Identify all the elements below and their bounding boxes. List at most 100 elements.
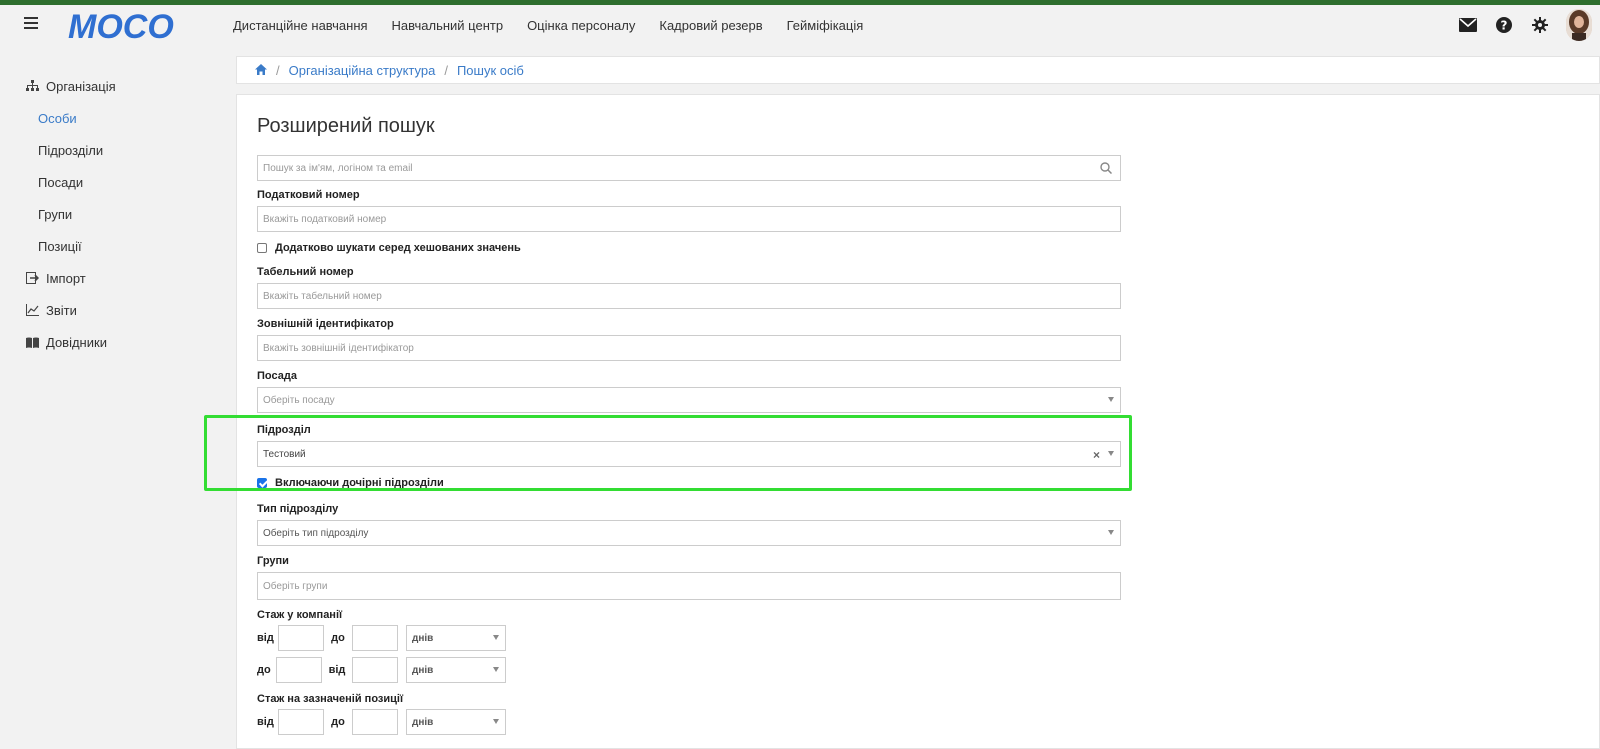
home-icon[interactable] xyxy=(255,63,267,78)
hashed-search-label: Додатково шукати серед хешованих значень xyxy=(275,242,521,254)
sidebar-item-label: Організація xyxy=(46,78,116,94)
unit-value: днів xyxy=(412,632,434,644)
tax-number-wrapper xyxy=(257,206,1121,232)
sidebar-item-positions[interactable]: Позиції xyxy=(0,230,225,262)
sidebar-item-reports[interactable]: Звіти xyxy=(0,294,225,326)
chevron-down-icon xyxy=(1108,451,1114,456)
sidebar-item-persons[interactable]: Особи xyxy=(0,102,225,134)
range-from-label: до xyxy=(257,664,271,676)
range-from-label: від xyxy=(257,632,274,644)
sidebar-item-label: Групи xyxy=(38,206,73,222)
main-panel: Розширений пошук Податковий номер Додатк… xyxy=(236,94,1600,749)
sidebar-item-label: Посади xyxy=(38,174,84,190)
unit-select[interactable]: Тестовий × xyxy=(257,441,1121,467)
tax-number-input[interactable] xyxy=(263,213,1120,225)
svg-text:?: ? xyxy=(1501,19,1508,33)
page-title: Розширений пошук xyxy=(257,115,435,137)
topnav-training-center[interactable]: Навчальний центр xyxy=(392,18,504,33)
search-input-wrapper xyxy=(257,155,1121,181)
unit-type-placeholder: Оберіть тип підрозділу xyxy=(263,527,369,539)
hashed-search-row: Додатково шукати серед хешованих значень xyxy=(257,238,1121,258)
sidebar-item-import[interactable]: Імпорт xyxy=(0,262,225,294)
unit-value: днів xyxy=(412,664,434,676)
breadcrumb: / Організаційна структура / Пошук осіб xyxy=(236,56,1600,84)
mail-icon[interactable] xyxy=(1458,15,1478,35)
position-tenure-label: Стаж на зазначеній позиції xyxy=(257,693,404,705)
include-children-label: Включаючи дочірні підрозділи xyxy=(275,477,444,489)
breadcrumb-separator: / xyxy=(276,62,280,78)
position-placeholder: Оберіть посаду xyxy=(263,394,335,406)
company-tenure-label: Стаж у компанії xyxy=(257,609,343,621)
position-tenure-to-input[interactable] xyxy=(352,709,398,735)
topnav-personnel-assessment[interactable]: Оцінка персоналу xyxy=(527,18,635,33)
position-select[interactable]: Оберіть посаду xyxy=(257,387,1121,413)
topnav-talent-pool[interactable]: Кадровий резерв xyxy=(659,18,762,33)
range-to-label: до xyxy=(331,632,345,644)
chevron-down-icon xyxy=(1108,530,1114,535)
include-children-row: Включаючи дочірні підрозділи xyxy=(257,473,1121,493)
clear-icon[interactable]: × xyxy=(1093,448,1100,462)
sidebar-item-label: Довідники xyxy=(46,334,107,350)
range-to-label: до xyxy=(331,716,345,728)
include-children-checkbox[interactable] xyxy=(257,478,267,488)
company-tenure-from-input-2[interactable] xyxy=(276,657,322,683)
hashed-search-checkbox[interactable] xyxy=(257,243,267,253)
unit-type-select[interactable]: Оберіть тип підрозділу xyxy=(257,520,1121,546)
sidebar-item-label: Підрозділи xyxy=(38,142,104,158)
gear-icon[interactable] xyxy=(1530,15,1550,35)
company-tenure-to-input-2[interactable] xyxy=(352,657,398,683)
company-tenure-row-1: від до днів xyxy=(257,625,1121,651)
external-id-input[interactable] xyxy=(263,342,1120,354)
chevron-down-icon xyxy=(493,667,499,672)
sidebar-item-label: Імпорт xyxy=(46,270,86,286)
external-id-wrapper xyxy=(257,335,1121,361)
org-chart-icon xyxy=(25,79,39,93)
search-input[interactable] xyxy=(263,162,1120,174)
unit-label: Підрозділ xyxy=(257,424,311,436)
reports-icon xyxy=(25,303,39,317)
breadcrumb-org-structure[interactable]: Організаційна структура xyxy=(289,63,436,78)
sidebar-item-job-titles[interactable]: Посади xyxy=(0,166,225,198)
groups-select[interactable]: Оберіть групи xyxy=(257,572,1121,600)
top-navigation: Дистанційне навчання Навчальний центр Оц… xyxy=(233,5,887,45)
unit-type-label: Тип підрозділу xyxy=(257,503,339,515)
tab-number-input[interactable] xyxy=(263,290,1120,302)
sidebar-item-directories[interactable]: Довідники xyxy=(0,326,225,358)
book-icon xyxy=(25,335,39,349)
groups-label: Групи xyxy=(257,555,289,567)
sidebar-item-label: Особи xyxy=(38,110,77,126)
external-id-label: Зовнішній ідентифікатор xyxy=(257,318,394,330)
top-bar: MOCO Дистанційне навчання Навчальний цен… xyxy=(0,5,1600,45)
position-tenure-unit-select[interactable]: днів xyxy=(406,709,506,735)
company-tenure-from-input[interactable] xyxy=(278,625,324,651)
tab-number-label: Табельний номер xyxy=(257,266,354,278)
avatar[interactable] xyxy=(1566,9,1592,41)
tax-number-label: Податковий номер xyxy=(257,189,360,201)
sidebar-item-label: Позиції xyxy=(38,238,82,254)
chevron-down-icon xyxy=(493,719,499,724)
company-tenure-to-input[interactable] xyxy=(352,625,398,651)
range-from-label: від xyxy=(257,716,274,728)
top-icons: ? xyxy=(1458,5,1600,45)
chevron-down-icon xyxy=(1108,397,1114,402)
topnav-gamification[interactable]: Гейміфікація xyxy=(787,18,864,33)
sidebar-item-groups[interactable]: Групи xyxy=(0,198,225,230)
help-icon[interactable]: ? xyxy=(1494,15,1514,35)
position-tenure-from-input[interactable] xyxy=(278,709,324,735)
breadcrumb-separator: / xyxy=(444,62,448,78)
position-label: Посада xyxy=(257,370,297,382)
company-tenure-unit-select[interactable]: днів xyxy=(406,625,506,651)
company-tenure-unit-select-2[interactable]: днів xyxy=(406,657,506,683)
company-tenure-row-2: до від днів xyxy=(257,657,1121,683)
sidebar-item-label: Звіти xyxy=(46,302,77,318)
sidebar-item-departments[interactable]: Підрозділи xyxy=(0,134,225,166)
moco-logo[interactable]: MOCO xyxy=(66,9,192,43)
search-icon[interactable] xyxy=(1100,162,1113,177)
unit-value: днів xyxy=(412,716,434,728)
sidebar-item-organization[interactable]: Організація xyxy=(0,70,225,102)
topnav-distance-learning[interactable]: Дистанційне навчання xyxy=(233,18,368,33)
unit-selected-value: Тестовий xyxy=(263,448,306,460)
tab-number-wrapper xyxy=(257,283,1121,309)
menu-toggle-icon[interactable] xyxy=(24,17,38,29)
breadcrumb-person-search[interactable]: Пошук осіб xyxy=(457,63,524,78)
